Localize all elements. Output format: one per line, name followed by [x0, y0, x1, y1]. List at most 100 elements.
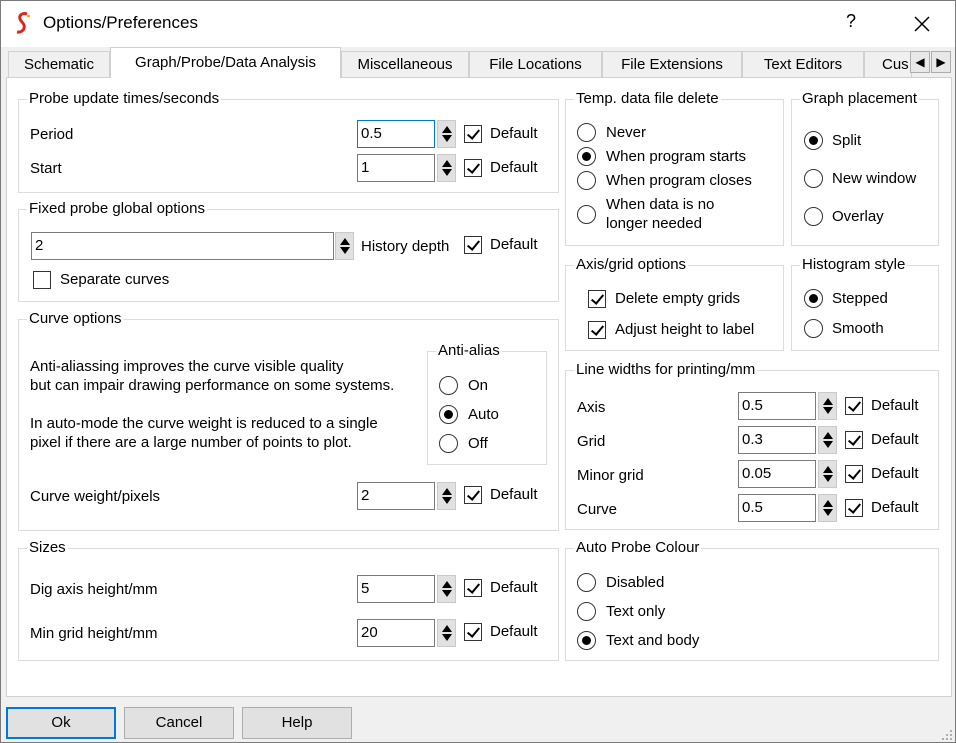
axis-grid-group: Axis/grid options Delete empty grids Adj… [565, 255, 784, 351]
dig-axis-height-label: Dig axis height/mm [30, 581, 158, 598]
history-depth-input[interactable]: 2 [31, 232, 334, 260]
spin-up-icon[interactable] [823, 398, 833, 405]
histogram-style-title: Histogram style [800, 255, 908, 275]
period-default-checkbox[interactable] [464, 125, 482, 143]
start-default-checkbox[interactable] [464, 159, 482, 177]
tab-file-extensions[interactable]: File Extensions [602, 51, 742, 77]
period-input[interactable]: 0.5 [357, 120, 435, 148]
tab-panel: Probe update times/seconds Period 0.5 De… [6, 77, 952, 697]
axis-width-label: Axis [577, 399, 606, 416]
spin-down-icon[interactable] [823, 407, 833, 414]
temp-program-starts-radio[interactable] [577, 147, 596, 166]
help-icon[interactable]: ? [839, 11, 863, 35]
curve-desc-line-1: Anti-aliassing improves the curve visibl… [30, 358, 344, 375]
anti-alias-on-radio[interactable] [439, 376, 458, 395]
curve-weight-spinner[interactable] [437, 482, 456, 510]
placement-overlay-radio[interactable] [804, 207, 823, 226]
histogram-smooth-radio[interactable] [804, 319, 823, 338]
tab-scroll-left-icon[interactable]: ◀ [910, 51, 930, 73]
resize-grip-icon[interactable] [939, 727, 953, 741]
probe-colour-text-and-body-radio[interactable] [577, 631, 596, 650]
temp-program-closes-radio[interactable] [577, 171, 596, 190]
min-grid-height-input[interactable]: 20 [357, 619, 435, 647]
tab-miscellaneous[interactable]: Miscellaneous [341, 51, 469, 77]
spin-up-icon[interactable] [442, 625, 452, 632]
tab-custom[interactable]: Cus [864, 51, 912, 77]
tab-scroll-right-icon[interactable]: ▶ [931, 51, 951, 73]
tab-schematic[interactable]: Schematic [8, 51, 110, 77]
temp-never-radio[interactable] [577, 123, 596, 142]
histogram-stepped-radio[interactable] [804, 289, 823, 308]
spin-up-icon[interactable] [823, 500, 833, 507]
grid-width-input[interactable]: 0.3 [738, 426, 816, 454]
grid-width-default-checkbox[interactable] [845, 431, 863, 449]
spin-down-icon[interactable] [340, 247, 350, 254]
curve-width-default-label: Default [871, 499, 919, 516]
minor-grid-width-spinner[interactable] [818, 460, 837, 488]
graph-placement-group: Graph placement Split New window Overlay [791, 89, 939, 246]
curve-weight-label: Curve weight/pixels [30, 488, 161, 505]
spin-down-icon[interactable] [823, 509, 833, 516]
tab-graph-probe-data-analysis[interactable]: Graph/Probe/Data Analysis [110, 47, 341, 78]
dig-axis-height-spinner[interactable] [437, 575, 456, 603]
minor-grid-width-input[interactable]: 0.05 [738, 460, 816, 488]
spin-up-icon[interactable] [823, 432, 833, 439]
history-depth-spinner[interactable] [335, 232, 354, 260]
curve-options-title: Curve options [27, 309, 124, 329]
axis-width-input[interactable]: 0.5 [738, 392, 816, 420]
spin-up-icon[interactable] [442, 160, 452, 167]
grid-width-spinner[interactable] [818, 426, 837, 454]
curve-width-default-checkbox[interactable] [845, 499, 863, 517]
spin-up-icon[interactable] [823, 466, 833, 473]
separate-curves-checkbox[interactable] [33, 271, 51, 289]
help-button[interactable]: Help [242, 707, 352, 739]
probe-colour-text-only-radio[interactable] [577, 602, 596, 621]
tab-text-editors[interactable]: Text Editors [742, 51, 864, 77]
min-grid-height-spinner[interactable] [437, 619, 456, 647]
history-default-checkbox[interactable] [464, 236, 482, 254]
spin-down-icon[interactable] [823, 441, 833, 448]
ok-button[interactable]: Ok [6, 707, 116, 739]
period-spinner[interactable] [437, 120, 456, 148]
spin-up-icon[interactable] [442, 126, 452, 133]
curve-desc-line-2: but can impair drawing performance on so… [30, 377, 395, 394]
anti-alias-auto-radio[interactable] [439, 405, 458, 424]
spin-up-icon[interactable] [340, 238, 350, 245]
line-widths-title: Line widths for printing/mm [574, 360, 758, 380]
anti-alias-off-radio[interactable] [439, 434, 458, 453]
adjust-height-checkbox[interactable] [588, 321, 606, 339]
minor-grid-width-default-label: Default [871, 465, 919, 482]
temp-no-longer-needed-radio[interactable] [577, 205, 596, 224]
dig-axis-default-checkbox[interactable] [464, 579, 482, 597]
spin-down-icon[interactable] [823, 475, 833, 482]
minor-grid-width-default-checkbox[interactable] [845, 465, 863, 483]
curve-width-input[interactable]: 0.5 [738, 494, 816, 522]
spin-up-icon[interactable] [442, 581, 452, 588]
delete-empty-grids-checkbox[interactable] [588, 290, 606, 308]
close-icon[interactable] [907, 9, 937, 39]
grid-width-default-label: Default [871, 431, 919, 448]
tab-file-locations[interactable]: File Locations [469, 51, 602, 77]
start-label: Start [30, 160, 62, 177]
temp-program-closes-label: When program closes [606, 172, 752, 189]
cancel-button[interactable]: Cancel [124, 707, 234, 739]
curve-weight-default-checkbox[interactable] [464, 486, 482, 504]
start-spinner[interactable] [437, 154, 456, 182]
min-grid-default-checkbox[interactable] [464, 623, 482, 641]
curve-width-spinner[interactable] [818, 494, 837, 522]
start-input[interactable]: 1 [357, 154, 435, 182]
spin-down-icon[interactable] [442, 169, 452, 176]
spin-up-icon[interactable] [442, 488, 452, 495]
spin-down-icon[interactable] [442, 634, 452, 641]
probe-colour-disabled-radio[interactable] [577, 573, 596, 592]
spin-down-icon[interactable] [442, 135, 452, 142]
spin-down-icon[interactable] [442, 497, 452, 504]
dig-axis-height-input[interactable]: 5 [357, 575, 435, 603]
axis-width-default-checkbox[interactable] [845, 397, 863, 415]
placement-new-window-radio[interactable] [804, 169, 823, 188]
axis-width-spinner[interactable] [818, 392, 837, 420]
curve-weight-input[interactable]: 2 [357, 482, 435, 510]
sizes-title: Sizes [27, 538, 68, 558]
placement-split-radio[interactable] [804, 131, 823, 150]
spin-down-icon[interactable] [442, 590, 452, 597]
